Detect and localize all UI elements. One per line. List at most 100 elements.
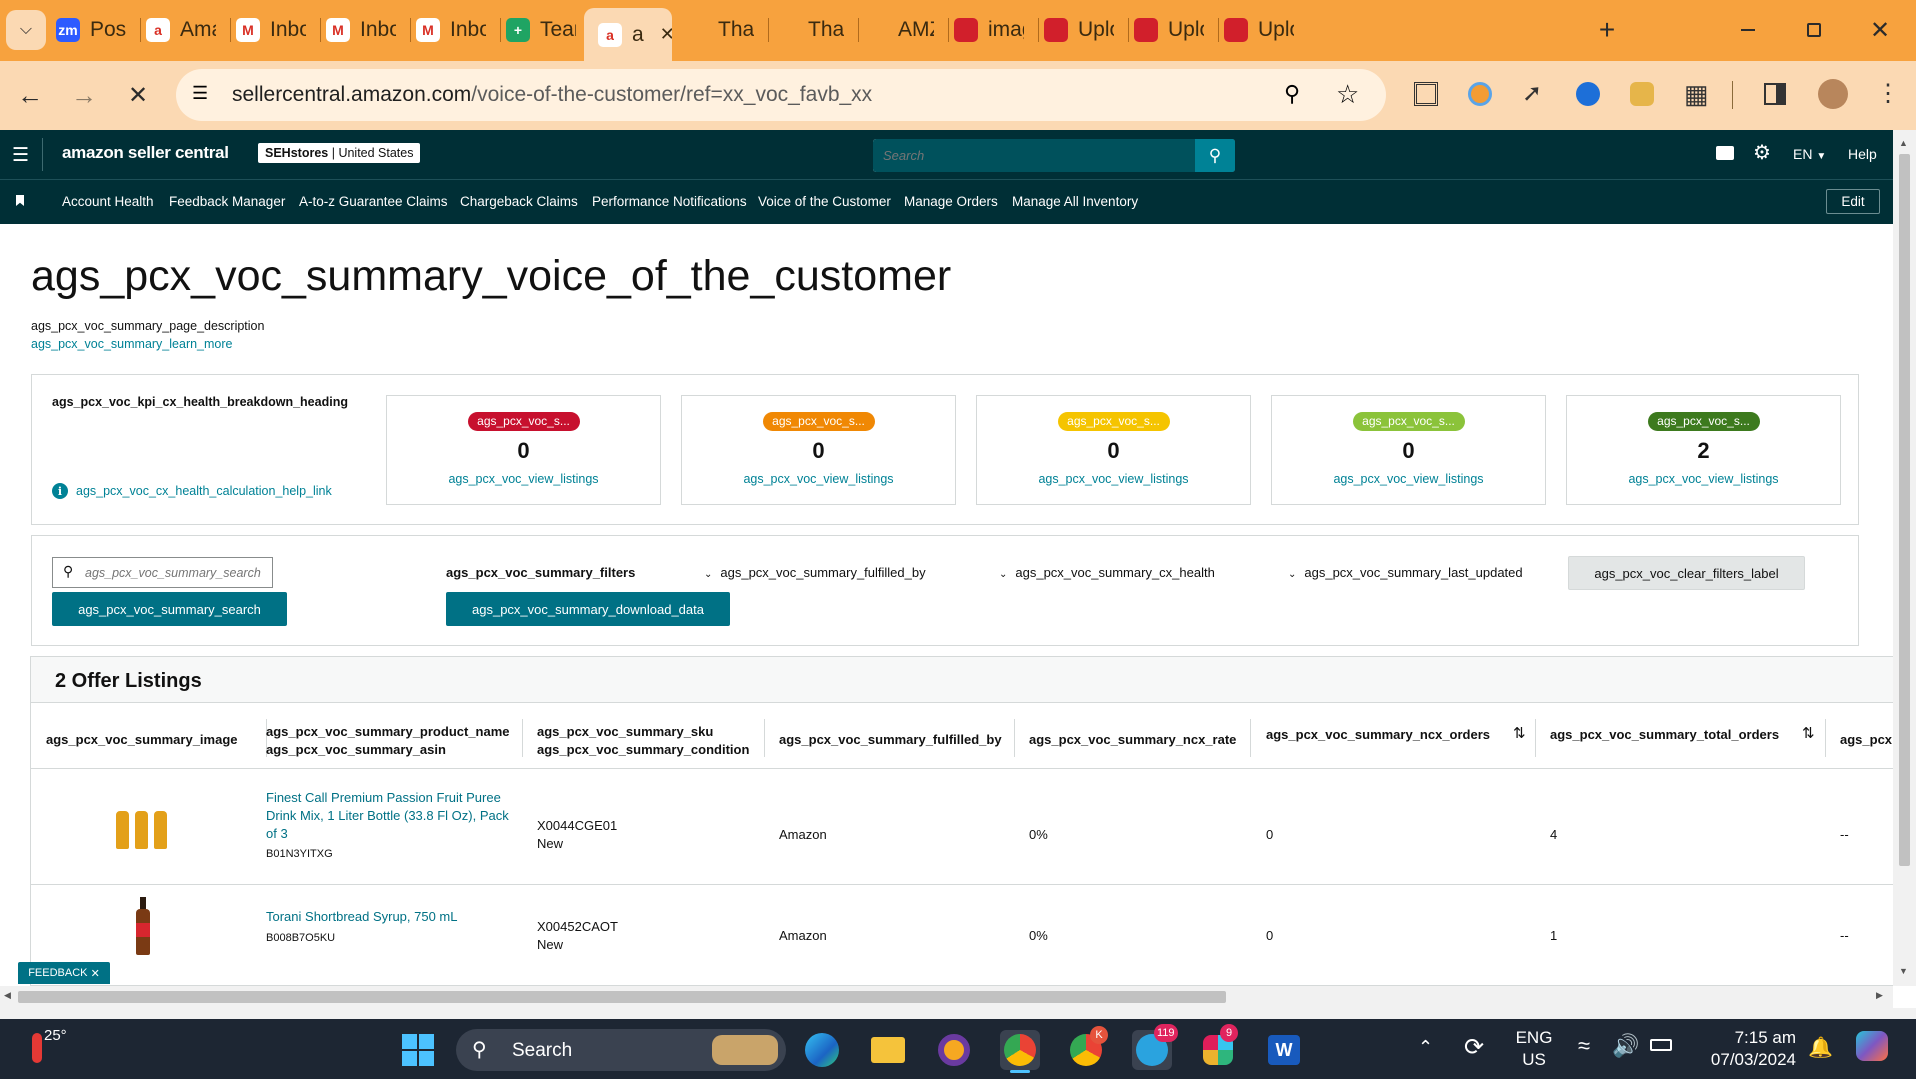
puzzle-icon[interactable]: ▦ (1684, 79, 1709, 110)
search-button[interactable]: ags_pcx_voc_summary_search (52, 592, 287, 626)
nav-item[interactable]: A-to-z Guarantee Claims (299, 194, 448, 209)
browser-tab[interactable]: M Inbo (236, 10, 306, 50)
header-search-button[interactable]: ⚲ (1195, 139, 1235, 172)
browser-tab[interactable]: Than (684, 10, 754, 50)
view-listings-link[interactable]: ags_pcx_voc_view_listings (1567, 472, 1840, 486)
chrome-profile-icon[interactable]: K (1066, 1026, 1108, 1070)
seller-central-logo[interactable]: amazon seller central (62, 143, 229, 163)
browser-tab[interactable]: M Inbo (326, 10, 396, 50)
copilot-icon[interactable] (1856, 1031, 1888, 1061)
weather-widget[interactable]: 25° (28, 1027, 88, 1071)
chrome-icon[interactable] (1000, 1030, 1040, 1073)
nav-item[interactable]: Voice of the Customer (758, 194, 891, 209)
clock[interactable]: 7:15 am 07/03/2024 (1686, 1027, 1796, 1071)
learn-more-link[interactable]: ags_pcx_voc_summary_learn_more (31, 337, 232, 351)
site-settings-icon[interactable]: ☰ (192, 83, 216, 107)
mail-icon[interactable] (1716, 146, 1734, 160)
extension-blue-icon[interactable] (1576, 82, 1600, 106)
battery-icon[interactable] (1650, 1039, 1672, 1051)
nav-item[interactable]: Account Health (62, 194, 154, 209)
browser-tab[interactable]: M Inbo (416, 10, 486, 50)
slack-icon[interactable]: 9 (1198, 1024, 1238, 1070)
more-vertical-icon[interactable]: ⋮ (1876, 79, 1900, 108)
extension-cat-icon[interactable] (1630, 82, 1654, 106)
browser-tab[interactable]: AMZ (864, 10, 934, 50)
telegram-icon[interactable]: 119 (1132, 1024, 1178, 1070)
language-selector[interactable]: EN ▼ (1793, 146, 1826, 162)
browser-tab[interactable]: a Ama (146, 10, 216, 50)
browser-tab[interactable]: Than (774, 10, 844, 50)
last-updated-filter[interactable]: ⌄ ags_pcx_voc_summary_last_updated (1288, 565, 1523, 580)
nav-item[interactable]: Performance Notifications (592, 194, 747, 209)
nav-item[interactable]: Chargeback Claims (460, 194, 578, 209)
browser-tab[interactable]: a a ✕ (584, 8, 672, 61)
vertical-scrollbar[interactable]: ▲ ▼ (1893, 130, 1916, 986)
horizontal-scroll-thumb[interactable] (18, 991, 1226, 1003)
nav-item[interactable]: Manage All Inventory (1012, 194, 1138, 209)
feedback-button[interactable]: FEEDBACK ✕ (18, 962, 110, 984)
new-tab-button[interactable]: + (1590, 13, 1624, 47)
edge-icon[interactable] (802, 1030, 842, 1070)
back-button[interactable]: ← (12, 77, 48, 113)
view-listings-link[interactable]: ags_pcx_voc_view_listings (977, 472, 1250, 486)
col-total-orders[interactable]: ags_pcx_voc_summary_total_orders (1550, 726, 1779, 744)
download-data-button[interactable]: ags_pcx_voc_summary_download_data (446, 592, 730, 626)
qr-code-icon[interactable] (1414, 82, 1438, 106)
forward-button[interactable]: → (66, 77, 102, 113)
browser-tab[interactable]: Uplo (1224, 10, 1294, 50)
chevron-up-icon[interactable]: ⌃ (1418, 1037, 1433, 1058)
extension-orange-icon[interactable] (1468, 82, 1492, 106)
sort-icon[interactable]: ⇅ (1802, 724, 1815, 742)
brave-icon[interactable] (934, 1030, 974, 1070)
wifi-icon[interactable]: ≈ (1578, 1033, 1590, 1059)
sort-icon[interactable]: ⇅ (1513, 724, 1526, 742)
view-listings-link[interactable]: ags_pcx_voc_view_listings (682, 472, 955, 486)
help-link[interactable]: Help (1848, 146, 1877, 162)
scroll-left-icon[interactable]: ◀ (4, 990, 11, 1001)
extension-arrow-icon[interactable]: ➚ (1522, 79, 1542, 108)
address-bar[interactable]: ☰ sellercentral.amazon.com/voice-of-the-… (176, 69, 1386, 121)
vertical-scroll-thumb[interactable] (1899, 154, 1910, 866)
view-listings-link[interactable]: ags_pcx_voc_view_listings (1272, 472, 1545, 486)
product-name-link[interactable]: Torani Shortbread Syrup, 750 mL (266, 908, 516, 926)
gear-icon[interactable]: ⚙ (1753, 140, 1771, 165)
notification-bell-icon[interactable]: 🔔 (1808, 1035, 1833, 1060)
browser-tab[interactable]: + Team (506, 10, 576, 50)
avatar[interactable] (1818, 79, 1848, 109)
close-icon[interactable]: ✕ (91, 967, 100, 980)
clear-filters-button[interactable]: ags_pcx_voc_clear_filters_label (1568, 556, 1805, 590)
taskbar-search[interactable]: ⚲ Search (456, 1029, 786, 1071)
product-name-link[interactable]: Finest Call Premium Passion Fruit Puree … (266, 789, 516, 843)
input-language[interactable]: ENG US (1514, 1027, 1554, 1071)
start-button[interactable] (398, 1030, 438, 1070)
word-icon[interactable]: W (1264, 1030, 1304, 1070)
browser-tab[interactable]: Uplo (1134, 10, 1204, 50)
scroll-up-icon[interactable]: ▲ (1899, 138, 1908, 148)
col-ncx-orders[interactable]: ags_pcx_voc_summary_ncx_orders (1266, 726, 1490, 744)
browser-tab[interactable]: Uplo (1044, 10, 1114, 50)
tab-search-button[interactable]: ⌵ (6, 10, 46, 50)
cx-health-help-link[interactable]: i ags_pcx_voc_cx_health_calculation_help… (52, 483, 332, 499)
sync-icon[interactable]: ⟳ (1464, 1033, 1484, 1062)
file-explorer-icon[interactable] (868, 1030, 908, 1070)
scroll-right-icon[interactable]: ▶ (1876, 990, 1883, 1001)
store-selector[interactable]: SEHstores | United States (258, 143, 421, 163)
bookmark-icon[interactable] (16, 195, 24, 206)
close-window-button[interactable]: ✕ (1852, 10, 1908, 50)
scroll-down-icon[interactable]: ▼ (1899, 966, 1908, 976)
browser-tab[interactable]: imag (954, 10, 1024, 50)
header-search-input[interactable] (873, 139, 1235, 172)
browser-tab[interactable]: zm Post (56, 10, 126, 50)
cx-health-filter[interactable]: ⌄ ags_pcx_voc_summary_cx_health (999, 565, 1215, 580)
nav-item[interactable]: Feedback Manager (169, 194, 285, 209)
side-panel-icon[interactable] (1764, 83, 1786, 105)
zoom-icon[interactable]: ⚲ (1284, 81, 1300, 107)
hamburger-menu-icon[interactable]: ☰ (12, 144, 29, 167)
view-listings-link[interactable]: ags_pcx_voc_view_listings (387, 472, 660, 486)
minimize-button[interactable] (1720, 10, 1776, 50)
volume-icon[interactable]: 🔊 (1612, 1033, 1639, 1059)
maximize-button[interactable] (1786, 10, 1842, 50)
stop-loading-button[interactable]: ✕ (120, 77, 156, 113)
fulfilled-by-filter[interactable]: ⌄ ags_pcx_voc_summary_fulfilled_by (704, 565, 926, 580)
horizontal-scrollbar[interactable]: ◀ ▶ (0, 986, 1893, 1008)
